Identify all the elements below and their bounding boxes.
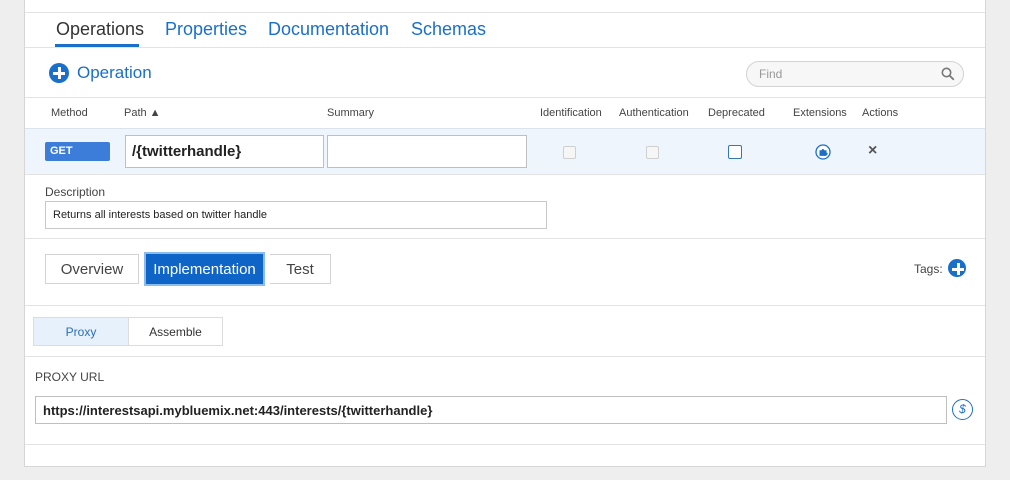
close-icon[interactable]: × (868, 142, 877, 160)
add-operation-label: Operation (77, 63, 152, 82)
tab-properties[interactable]: Properties (165, 19, 247, 40)
column-header-identification: Identification (540, 107, 602, 119)
proxy-url-label: PROXY URL (35, 370, 105, 384)
search-input[interactable] (759, 67, 929, 81)
divider (25, 97, 985, 98)
tab-assemble[interactable]: Assemble (128, 317, 223, 346)
method-badge[interactable]: GET (45, 142, 110, 161)
description-label: Description (45, 185, 106, 199)
divider (25, 238, 985, 239)
column-header-deprecated: Deprecated (708, 107, 765, 119)
add-operation-button[interactable]: Operation (49, 62, 189, 84)
tab-operations[interactable]: Operations (56, 19, 144, 40)
tab-proxy[interactable]: Proxy (33, 317, 129, 346)
divider (25, 12, 985, 13)
authentication-checkbox[interactable] (646, 146, 659, 159)
divider (25, 47, 985, 48)
column-header-authentication: Authentication (619, 107, 689, 119)
deprecated-checkbox[interactable] (728, 145, 742, 159)
description-input[interactable] (45, 201, 547, 229)
tab-schemas[interactable]: Schemas (411, 19, 486, 40)
identification-checkbox[interactable] (563, 146, 576, 159)
find-box (746, 61, 964, 87)
divider (25, 305, 985, 306)
column-header-path[interactable]: Path ▲ (124, 107, 161, 119)
tab-test[interactable]: Test (270, 254, 331, 284)
add-tag-icon[interactable] (948, 259, 966, 277)
column-header-method: Method (51, 107, 88, 119)
tab-implementation[interactable]: Implementation (146, 254, 263, 284)
api-editor-panel: Operations Properties Documentation Sche… (24, 0, 986, 467)
summary-input[interactable] (327, 135, 527, 168)
path-input[interactable] (125, 135, 324, 168)
tab-overview[interactable]: Overview (45, 254, 139, 284)
column-header-extensions: Extensions (793, 107, 847, 119)
dollar-icon[interactable]: $ (952, 399, 973, 420)
divider (25, 444, 985, 445)
plus-circle-icon (49, 63, 69, 83)
divider (25, 356, 985, 357)
column-header-summary: Summary (327, 107, 375, 119)
magnifier-icon[interactable] (941, 67, 955, 81)
puzzle-piece-icon[interactable] (815, 144, 831, 160)
proxy-url-input[interactable] (35, 396, 947, 424)
column-header-actions: Actions (862, 107, 899, 119)
tags-label: Tags: (914, 262, 943, 276)
tab-documentation[interactable]: Documentation (268, 19, 389, 40)
